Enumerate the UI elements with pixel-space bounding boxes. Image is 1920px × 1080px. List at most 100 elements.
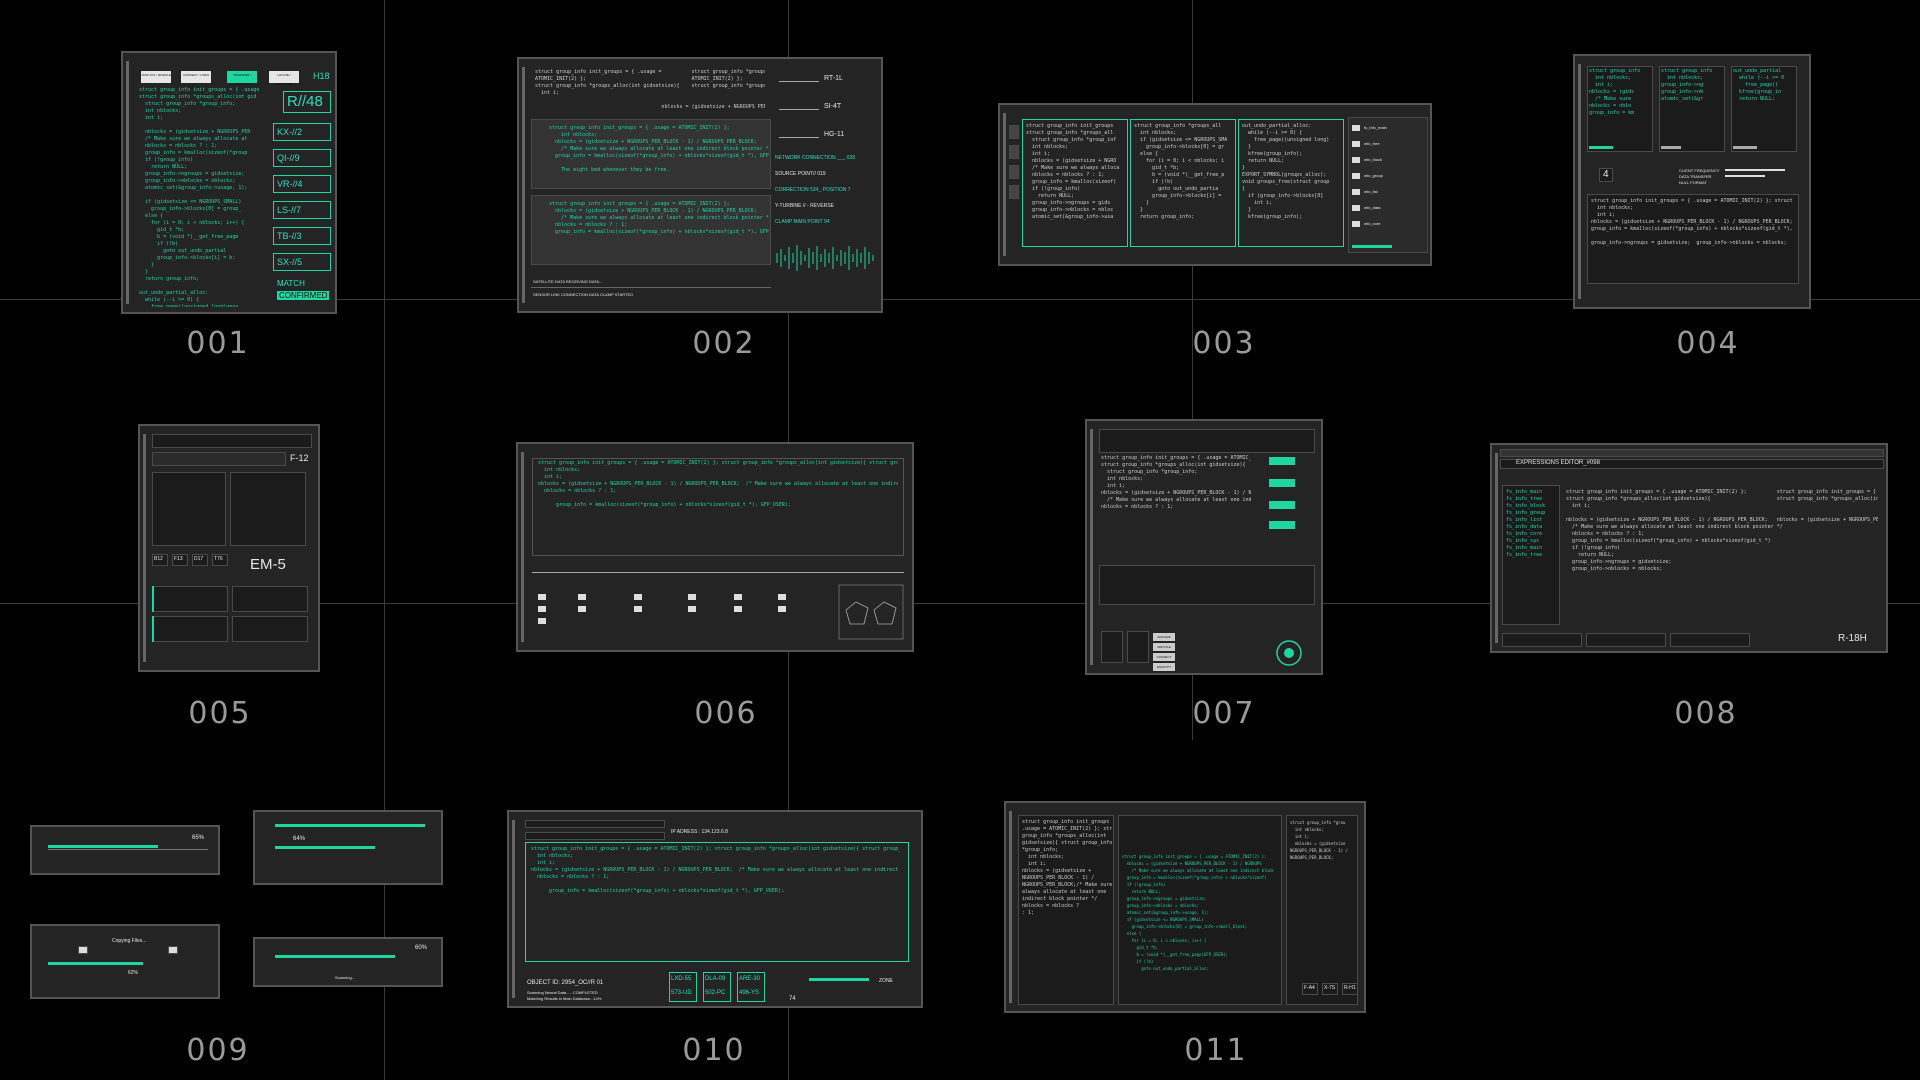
thumb-008[interactable]: EXPRESSIONS EDITOR_#098 fs_info_main fs_…: [1490, 443, 1888, 653]
editor-title: EXPRESSIONS EDITOR_#098: [1516, 460, 1600, 466]
file-0[interactable]: fs_info_main: [1364, 125, 1387, 130]
transfer-bar: [1725, 175, 1765, 177]
file-3[interactable]: info_group: [1364, 173, 1383, 178]
thumb-003[interactable]: struct group_info init_groups struct gro…: [998, 103, 1432, 266]
module-3: [152, 616, 228, 642]
folder-icon: [1352, 125, 1360, 131]
thumb-007[interactable]: struct group_info init_groups = { .usage…: [1085, 419, 1323, 675]
progress-b-1: [275, 824, 425, 827]
thumb-009-d[interactable]: 60% Scanning...: [253, 937, 443, 987]
thumb-001[interactable]: TASK FOL / MODULE CONNECT / LINKS TRANSF…: [121, 51, 337, 314]
thumb-009-c[interactable]: Copying Files... 62%: [30, 924, 220, 999]
footer-1: SATELLITE DATA RECEIVING DATA...: [533, 279, 603, 284]
rule-hg: [779, 137, 819, 138]
code-f13: F13: [174, 556, 183, 562]
scroll-edge: [1495, 453, 1498, 643]
label-006: 006: [694, 696, 758, 731]
row-null: NULL FORMAT: [1679, 180, 1707, 185]
copy-title: Copying Files...: [112, 938, 147, 944]
file-5[interactable]: info_data: [1364, 205, 1380, 210]
green-node-2[interactable]: [1269, 479, 1295, 487]
thumb-010[interactable]: IP ADRESS : 134.123.6.8 struct group_inf…: [507, 810, 923, 1008]
thumb-005[interactable]: F-12 B12 F13 D17 T76 EM-5: [138, 424, 320, 672]
row-data: DATA TRANSFER: [1679, 174, 1712, 179]
file-4[interactable]: info_list: [1364, 189, 1378, 194]
code-496: 496-YS: [739, 990, 760, 996]
thumb-006[interactable]: struct group_info init_groups = { .usage…: [516, 442, 914, 652]
matrix-row: [152, 452, 286, 466]
progress-a: [48, 845, 158, 848]
btn-connect[interactable]: CONNECT: [1153, 653, 1175, 661]
btn-archive[interactable]: ARCHIVE: [1153, 633, 1175, 641]
scan-line: Scanning Neural Data..... COMPLETED: [527, 990, 598, 995]
green-node-1[interactable]: [1269, 457, 1295, 465]
folder-icon: [538, 606, 546, 612]
folder-icon: [1352, 205, 1360, 211]
top-id: F-12: [290, 453, 309, 463]
code-qi: QI-//9: [277, 153, 300, 163]
divider: [531, 287, 771, 288]
side-tab-2: [1009, 145, 1019, 159]
text-area-code: struct group_info init_groups = { .usage…: [1591, 198, 1793, 246]
btn-add-file[interactable]: ADD FILE: [1153, 643, 1175, 651]
tab-task[interactable]: TASK FOL / MODULE: [141, 71, 171, 83]
code-area: struct group_info init_groups = { .usage…: [531, 846, 901, 894]
tab-connect[interactable]: CONNECT / LINKS: [181, 71, 211, 83]
folder-icon: [538, 618, 546, 624]
code-panel-text-2: struct group_info init_groups = { .usage…: [549, 201, 769, 235]
tab-transfer[interactable]: TRANSFER / COMPLETE: [227, 71, 257, 86]
scroll-edge: [1003, 113, 1006, 256]
code-id: R-18H: [1838, 633, 1867, 644]
code-col-1: struct group_info init_groups struct gro…: [1026, 123, 1120, 220]
top-bar-1: [525, 820, 665, 828]
folder-icon: [688, 594, 696, 600]
id-hg: HG-11: [824, 131, 845, 138]
green-node-4[interactable]: [1269, 521, 1295, 529]
label-001: 001: [186, 326, 250, 361]
code-vr: VR-//4: [277, 179, 303, 189]
side-tab-1: [1009, 125, 1019, 139]
file-icon-left: [78, 946, 88, 954]
bar-1: [1589, 146, 1613, 149]
thumb-004[interactable]: struct group_info int nblocks; int i; nb…: [1573, 54, 1811, 309]
thumb-009-b[interactable]: 64%: [253, 810, 443, 885]
file-tree[interactable]: [1348, 117, 1428, 253]
thumb-011[interactable]: struct group_info init_groups = { .usage…: [1004, 801, 1366, 1013]
radar-icon: [1276, 640, 1302, 666]
confirmed-text: CONFIRMED: [277, 291, 330, 300]
file-6[interactable]: info_core: [1364, 221, 1380, 226]
bottom-module-2: [1586, 633, 1666, 647]
code-top: struct group_info init_groups = { .usage…: [535, 69, 765, 109]
code-are: ARE-30: [739, 976, 761, 982]
folder-icon: [778, 594, 786, 600]
scroll-edge: [522, 67, 525, 303]
code-block: struct group_info init_groups = { .usage…: [1101, 455, 1251, 510]
code-sx: SX-//5: [277, 257, 303, 267]
folder-icon: [734, 594, 742, 600]
note: Scanning...: [335, 975, 356, 980]
row-client: CLIENT FREQUENCY: [1679, 168, 1720, 173]
code-kx: KX-//2: [277, 127, 303, 137]
waveform: [776, 245, 874, 271]
scroll-edge: [1578, 64, 1581, 299]
thumb-002[interactable]: struct group_info init_groups = { .usage…: [517, 57, 883, 313]
pct-d: 60%: [415, 945, 428, 951]
green-node-3[interactable]: [1269, 501, 1295, 509]
footer-2: SENSOR LINK CONNECTION DATA CLAMP STARTE…: [533, 292, 634, 297]
file-2[interactable]: info_block: [1364, 157, 1382, 162]
scroll-edge: [521, 452, 524, 642]
mid-code: struct group_info init_groups = { .usage…: [1122, 854, 1274, 971]
thumb-009-a[interactable]: 65%: [30, 825, 220, 875]
btn-encrypt[interactable]: ENCRYPT: [1153, 663, 1175, 671]
label-008: 008: [1674, 696, 1738, 731]
left-code: struct group_info init_groups = { .usage…: [1022, 819, 1112, 916]
progress-track: [48, 849, 208, 850]
folder-icon: [578, 606, 586, 612]
label-004: 004: [1676, 326, 1740, 361]
match-text: MATCH: [277, 279, 305, 288]
file-1[interactable]: info_tree: [1364, 141, 1380, 146]
code-ls: LS-//7: [277, 205, 302, 215]
num: 4: [1603, 169, 1609, 180]
code-573: 573-UD: [671, 990, 692, 996]
tab-locate[interactable]: LOCATE / ENTRANCE: [269, 71, 299, 86]
